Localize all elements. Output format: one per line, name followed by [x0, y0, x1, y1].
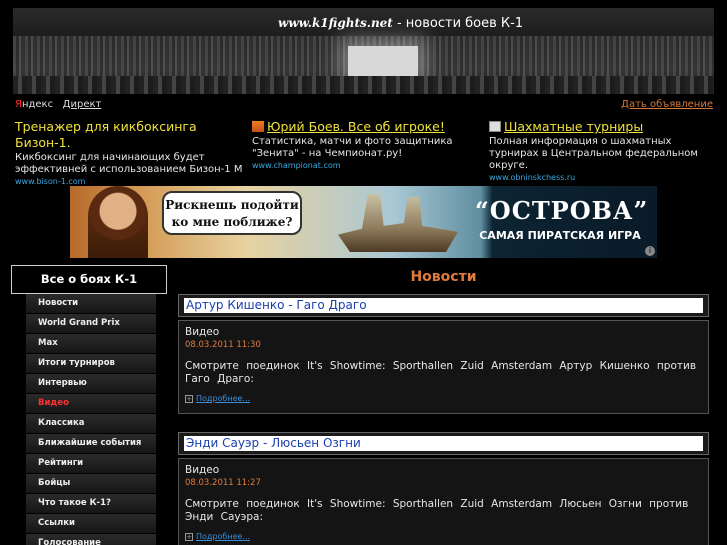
- chess-favicon-icon: [489, 121, 501, 132]
- post-text: Смотрите поединок It's Showtime: Sportha…: [185, 498, 689, 523]
- sidebar-item[interactable]: Итоги турниров: [26, 354, 156, 374]
- post-title-link[interactable]: Артур Кишенко - Гаго Драго: [184, 298, 703, 313]
- ad-title-link[interactable]: Шахматные турниры: [489, 119, 717, 135]
- sidebar-item[interactable]: Новости: [26, 294, 156, 314]
- ad-block-1: Тренажер для кикбоксинга Бизон-1. Кикбок…: [15, 119, 243, 187]
- sidebar-menu: Новости World Grand Prix Max Итоги турниров…: [26, 294, 156, 545]
- give-ad-link[interactable]: Дать объявление: [621, 99, 713, 110]
- speech-bubble: Рискнешь подойти ко мне поближе?: [162, 191, 302, 235]
- ad-text: Кикбоксинг для начинающих будет эффектив…: [15, 152, 243, 175]
- sidebar-item[interactable]: Что такое К-1?: [26, 494, 156, 514]
- header-banner: www.k1fights.net - новости боев К-1: [13, 8, 714, 94]
- sidebar-heading: Все о боях К-1: [11, 265, 167, 294]
- sidebar-item[interactable]: Ближайшие события: [26, 434, 156, 454]
- pirate-girl-image: [88, 186, 148, 258]
- sidebar-item[interactable]: Классика: [26, 414, 156, 434]
- banner-brand: “ОСТРОВА” САМАЯ ПИРАТСКАЯ ИГРА: [475, 196, 649, 242]
- site-domain: www.k1fights.net: [278, 16, 393, 30]
- pirate-ship-image: [338, 194, 458, 252]
- ad-block-2: Юрий Боев. Все об игроке! Статистика, ма…: [252, 119, 480, 171]
- sidebar-item[interactable]: Видео: [26, 394, 156, 414]
- sidebar-item[interactable]: Интервью: [26, 374, 156, 394]
- expand-icon: +: [185, 533, 193, 541]
- sidebar-item[interactable]: Бойцы: [26, 474, 156, 494]
- ad-url[interactable]: www.obninskchess.ru: [489, 172, 717, 183]
- banner-brand-title: “ОСТРОВА”: [475, 196, 649, 225]
- direct-link[interactable]: Директ: [63, 99, 102, 110]
- info-icon[interactable]: i: [645, 246, 655, 256]
- site-subtitle: - новости боев К-1: [392, 16, 524, 31]
- expand-icon: +: [185, 395, 193, 403]
- ad-block-3: Шахматные турниры Полная информация о ша…: [489, 119, 717, 183]
- post-title-bar: Артур Кишенко - Гаго Драго: [178, 294, 709, 317]
- ad-text: Статистика, матчи и фото защитника "Зени…: [252, 136, 453, 159]
- post-date: 08.03.2011 11:27: [185, 478, 261, 488]
- championat-favicon-icon: [252, 121, 264, 132]
- site-title: www.k1fights.net - новости боев К-1: [278, 16, 523, 31]
- section-title: Новости: [410, 269, 477, 285]
- post-category: Видео: [185, 326, 220, 338]
- post-title-bar: Энди Сауэр - Люсьен Озгни: [178, 432, 709, 455]
- banner-slogan: САМАЯ ПИРАТСКАЯ ИГРА: [479, 229, 641, 242]
- yandex-logo[interactable]: Яндекс: [15, 99, 53, 110]
- sidebar-item[interactable]: Max: [26, 334, 156, 354]
- sidebar-item[interactable]: Ссылки: [26, 514, 156, 534]
- ad-url[interactable]: www.championat.com: [252, 160, 480, 171]
- post-title-link[interactable]: Энди Сауэр - Люсьен Озгни: [184, 436, 703, 451]
- post-body: Видео 08.03.2011 11:30 Смотрите поединок…: [178, 320, 709, 414]
- sidebar-item[interactable]: World Grand Prix: [26, 314, 156, 334]
- yandex-direct-bar: Яндекс Директ Дать объявление: [15, 99, 713, 113]
- post-date: 08.03.2011 11:30: [185, 340, 261, 350]
- ring-graphic: [348, 46, 418, 76]
- ad-text: Полная информация о шахматных турнирах в…: [489, 136, 698, 171]
- post-text: Смотрите поединок It's Showtime: Sportha…: [185, 360, 697, 385]
- ad-title[interactable]: Тренажер для кикбоксинга Бизон-1.: [15, 119, 243, 151]
- post-category: Видео: [185, 464, 220, 476]
- read-more-link[interactable]: + Подробнее...: [185, 394, 702, 403]
- game-banner-ad[interactable]: Рискнешь подойти ко мне поближе? “ОСТРОВ…: [70, 186, 657, 258]
- read-more-link[interactable]: + Подробнее...: [185, 532, 702, 541]
- sidebar-item[interactable]: Рейтинги: [26, 454, 156, 474]
- sidebar-item[interactable]: Голосование: [26, 534, 156, 545]
- ad-title-link[interactable]: Юрий Боев. Все об игроке!: [252, 119, 480, 135]
- crowd-graphic: [13, 76, 714, 94]
- post-body: Видео 08.03.2011 11:27 Смотрите поединок…: [178, 458, 709, 545]
